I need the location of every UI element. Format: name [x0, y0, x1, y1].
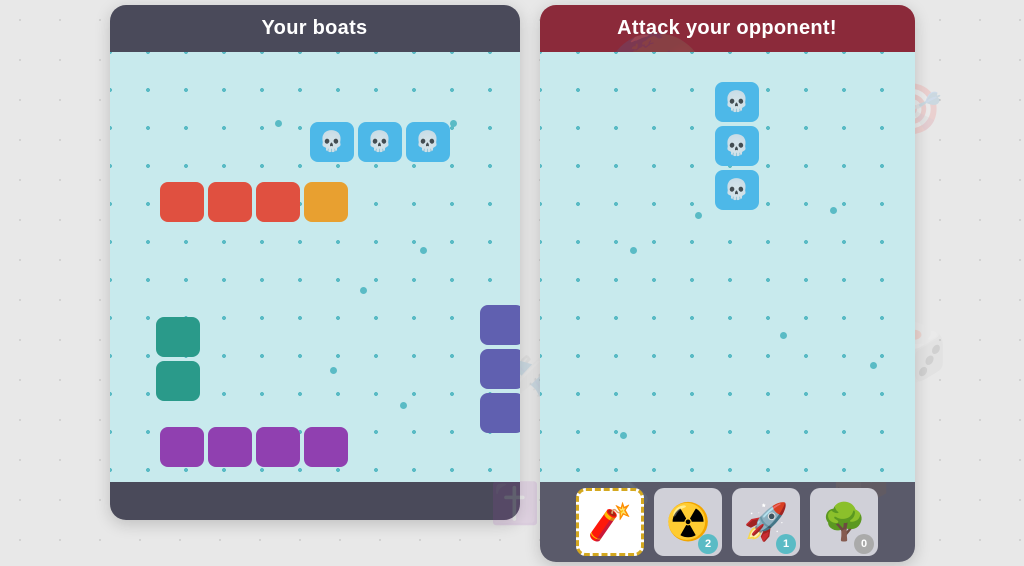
weapon-tree[interactable]: 🌳 0 — [810, 488, 878, 556]
blue-right-piece-1: 💀 — [715, 82, 759, 122]
left-card-header: Your boats — [110, 5, 520, 52]
weapon-nuke[interactable]: ☢️ 2 — [654, 488, 722, 556]
blue-piece-2: 💀 — [358, 122, 402, 162]
grid-background — [110, 52, 520, 482]
purple-boat-vertical — [480, 305, 520, 433]
dot-marker — [275, 120, 282, 127]
your-boats-card: Your boats 💀 💀 💀 — [110, 5, 520, 520]
panels-container: Your boats 💀 💀 💀 — [110, 5, 915, 562]
dot-marker — [360, 287, 367, 294]
purple-v-piece-2 — [480, 349, 520, 389]
dot-marker-r2 — [630, 247, 637, 254]
purple-boat-horizontal — [160, 427, 348, 467]
dot-marker-r5 — [620, 432, 627, 439]
right-card-header: Attack your opponent! — [540, 5, 915, 52]
purple-v-piece-3 — [480, 393, 520, 433]
red-boat-horizontal — [160, 182, 348, 222]
attack-card: Attack your opponent! 💀 💀 💀 🧨 — [540, 5, 915, 562]
right-card-title: Attack your opponent! — [617, 17, 837, 39]
purple-h-piece-3 — [256, 427, 300, 467]
left-card-title: Your boats — [262, 17, 368, 39]
purple-h-piece-1 — [160, 427, 204, 467]
dot-marker — [330, 367, 337, 374]
left-card-footer — [110, 482, 520, 520]
red-piece-1 — [160, 182, 204, 222]
weapon-missile[interactable]: 🚀 1 — [732, 488, 800, 556]
dot-marker — [400, 402, 407, 409]
dot-marker-r3 — [780, 332, 787, 339]
red-piece-2 — [208, 182, 252, 222]
teal-piece-1 — [156, 317, 200, 357]
dot-marker-r4 — [870, 362, 877, 369]
left-card-grid[interactable]: 💀 💀 💀 — [110, 52, 520, 482]
bomb-icon: 🧨 — [588, 501, 633, 543]
blue-right-piece-2: 💀 — [715, 126, 759, 166]
missile-badge: 1 — [776, 534, 796, 554]
dot-marker — [450, 120, 457, 127]
purple-v-piece-1 — [480, 305, 520, 345]
dot-marker — [420, 247, 427, 254]
teal-piece-2 — [156, 361, 200, 401]
blue-right-piece-3: 💀 — [715, 170, 759, 210]
blue-boat-horizontal: 💀 💀 💀 — [310, 122, 450, 162]
purple-h-piece-4 — [304, 427, 348, 467]
teal-boat-vertical — [156, 317, 200, 401]
blue-boat-vertical-right: 💀 💀 💀 — [715, 82, 759, 210]
right-card-grid[interactable]: 💀 💀 💀 — [540, 52, 915, 482]
purple-h-piece-2 — [208, 427, 252, 467]
blue-piece-1: 💀 — [310, 122, 354, 162]
weapon-bomb[interactable]: 🧨 — [576, 488, 644, 556]
red-piece-3 — [256, 182, 300, 222]
right-card-footer: 🧨 ☢️ 2 🚀 1 🌳 0 — [540, 482, 915, 562]
red-piece-hit — [304, 182, 348, 222]
nuke-badge: 2 — [698, 534, 718, 554]
dot-marker-r6 — [695, 212, 702, 219]
tree-badge: 0 — [854, 534, 874, 554]
blue-piece-3: 💀 — [406, 122, 450, 162]
dot-marker-r1 — [830, 207, 837, 214]
